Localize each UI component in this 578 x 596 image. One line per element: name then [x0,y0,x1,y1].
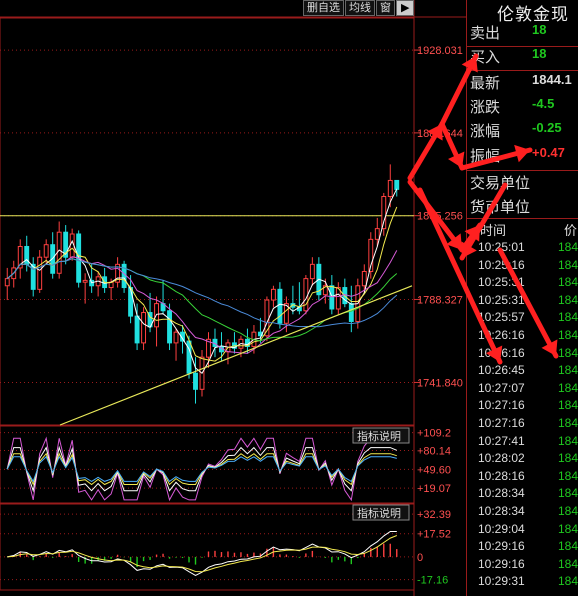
annotation-arrow-shaft [497,247,559,359]
annotation-arrow-head [514,144,530,163]
trading-terminal: 1928.0311881.6441835.2561788.3271741.840… [0,0,578,596]
annotation-arrows [407,53,559,365]
